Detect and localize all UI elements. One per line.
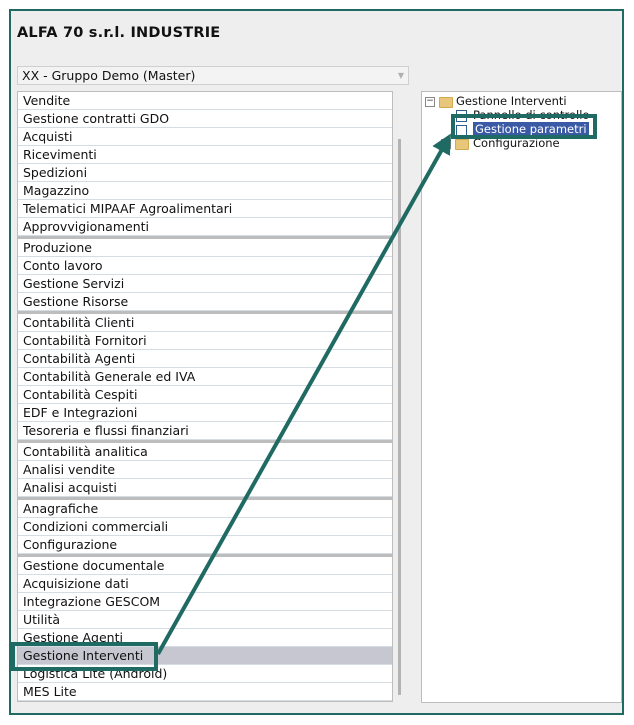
- callout-arrow: [156, 133, 451, 655]
